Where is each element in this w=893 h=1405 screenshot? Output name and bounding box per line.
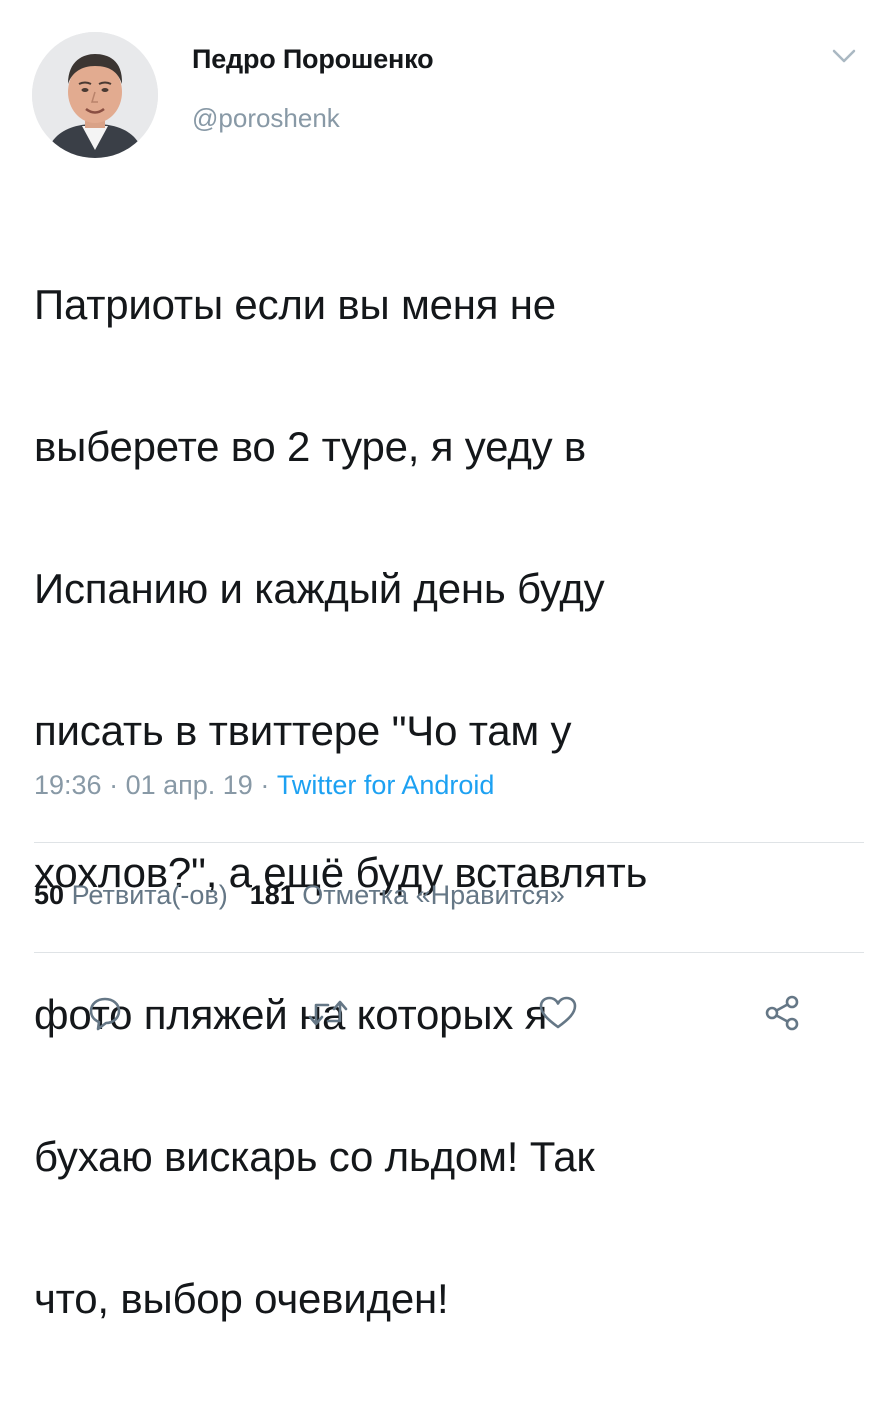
likes-stat[interactable]: 181 Отметка «Нравится» [250,880,565,911]
share-icon[interactable] [760,990,806,1036]
retweets-count: 50 [34,880,65,910]
tweet-card: Педро Порошенко @poroshenk Патриоты если… [0,0,893,1322]
likes-count: 181 [249,880,295,910]
avatar[interactable] [32,32,158,158]
tweet-text-line: Испанию и каждый день буду [34,565,605,612]
reply-icon[interactable] [82,990,128,1036]
tweet-source-link[interactable]: Twitter for Android [277,770,495,800]
chevron-down-icon[interactable] [830,46,858,66]
meta-separator: · [101,770,126,800]
divider [34,842,864,843]
retweet-icon[interactable] [305,990,351,1036]
avatar-image [32,32,158,158]
retweets-label: Ретвита(-ов) [71,880,228,910]
tweet-text-line: писать в твиттере "Чо там у [34,707,572,754]
tweet-date[interactable]: 01 апр. 19 [126,770,253,800]
tweet-text-line: бухаю вискарь со льдом! Так [34,1133,595,1180]
author-handle[interactable]: @poroshenk [192,103,340,134]
tweet-text-line: что, выбор очевиден! [34,1275,449,1322]
retweets-stat[interactable]: 50 Ретвита(-ов) [34,880,228,911]
author-name[interactable]: Педро Порошенко [192,44,434,75]
divider [34,952,864,953]
tweet-text-line: Патриоты если вы меня не [34,281,556,328]
meta-separator: · [252,770,277,800]
heart-icon[interactable] [535,990,581,1036]
tweet-text-line: фото пляжей на которых я [34,991,548,1038]
tweet-time[interactable]: 19:36 [34,770,102,800]
likes-label: Отметка «Нравится» [302,880,565,910]
tweet-stats: 50 Ретвита(-ов) 181 Отметка «Нравится» [34,880,565,911]
tweet-meta: 19:36 · 01 апр. 19 · Twitter for Android [34,770,494,801]
tweet-text-line: выберете во 2 туре, я уеду в [34,423,587,470]
tweet-text: Патриоты если вы меня не выберете во 2 т… [34,198,864,1405]
